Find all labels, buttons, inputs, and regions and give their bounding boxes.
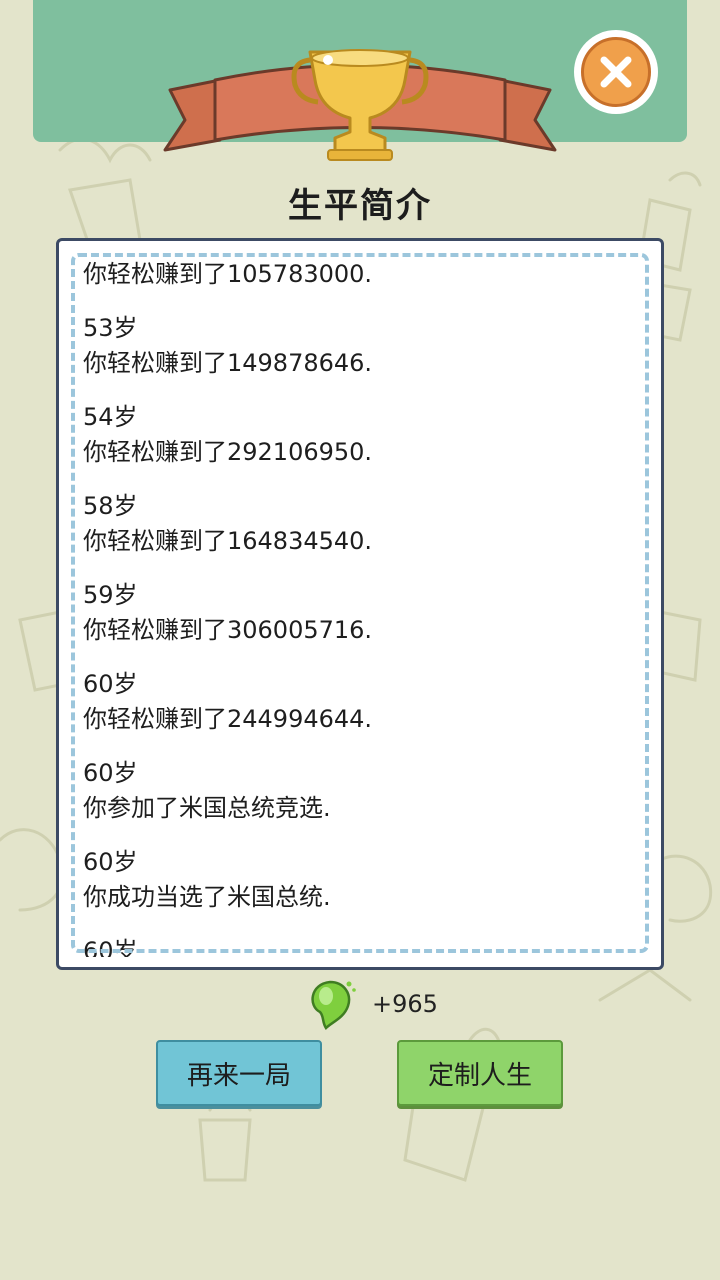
timeline-entry: 60岁你参加了米国总统竞选. — [83, 756, 639, 826]
entry-event: 你轻松赚到了164834540. — [83, 527, 373, 555]
timeline-entry: 60岁你轻松赚到了244994644. — [83, 667, 639, 737]
play-again-button[interactable]: 再来一局 — [156, 1040, 322, 1106]
timeline-entry: 60岁你成功当选了米国总统. — [83, 845, 639, 915]
entry-age: 59岁 — [83, 581, 138, 609]
entry-age: 60岁 — [83, 759, 138, 787]
entry-age: 53岁 — [83, 314, 138, 342]
timeline-list[interactable]: 你轻松赚到了105783000. 53岁 你轻松赚到了149878646. 54岁 你轻… — [83, 257, 639, 957]
entry-age: 60岁 — [83, 937, 138, 957]
entry-age: 60岁 — [83, 670, 138, 698]
green-bean-icon — [311, 980, 356, 1030]
page-title: 生平简介 — [288, 186, 432, 226]
trophy-icon — [163, 49, 557, 161]
timeline-entry: 你轻松赚到了105783000. — [83, 257, 639, 292]
timeline-entry: 54岁你轻松赚到了292106950. — [83, 400, 639, 470]
entry-event: 你轻松赚到了149878646. — [83, 349, 373, 377]
timeline-entry: 58岁你轻松赚到了164834540. — [83, 489, 639, 559]
entry-age: 54岁 — [83, 403, 138, 431]
entry-event: 你轻松赚到了306005716. — [83, 616, 373, 644]
entry-event: 你参加了米国总统竞选. — [83, 794, 331, 822]
entry-age: 58岁 — [83, 492, 138, 520]
reward-display: +965 — [302, 976, 438, 1032]
entry-event: 你轻松赚到了244994644. — [83, 705, 373, 733]
timeline-entry: 59岁你轻松赚到了306005716. — [83, 578, 639, 648]
life-summary-panel[interactable]: 你轻松赚到了105783000. 53岁 你轻松赚到了149878646. 54岁 你轻… — [56, 238, 664, 970]
reward-value: +965 — [372, 990, 438, 1018]
customize-life-button[interactable]: 定制人生 — [397, 1040, 563, 1106]
close-button[interactable] — [574, 30, 658, 114]
close-icon — [600, 56, 632, 88]
entry-event: 你轻松赚到了105783000. — [83, 260, 373, 288]
entry-age: 60岁 — [83, 848, 138, 876]
entry-event: 你轻松赚到了292106950. — [83, 438, 373, 466]
timeline-entry: 53岁你轻松赚到了149878646. — [83, 311, 639, 381]
timeline-entry: 60岁 — [83, 934, 639, 957]
entry-event: 你成功当选了米国总统. — [83, 883, 331, 911]
